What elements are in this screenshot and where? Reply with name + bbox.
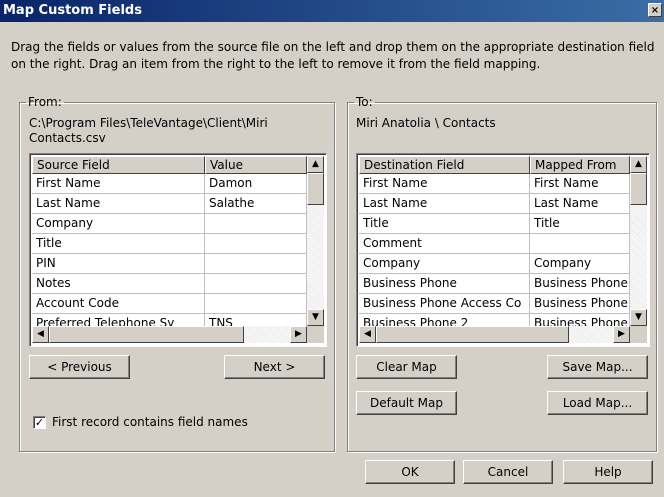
- table-cell: First Name: [530, 174, 630, 194]
- scroll-corner: [307, 326, 324, 343]
- source-field-list[interactable]: Source Field Value First Name Damon Last N…: [29, 153, 327, 347]
- scroll-thumb[interactable]: [630, 173, 647, 205]
- first-record-checkbox-label[interactable]: First record contains field names: [52, 415, 248, 429]
- table-cell: Damon: [205, 174, 307, 194]
- help-button[interactable]: Help: [563, 460, 653, 484]
- scroll-right-icon[interactable]: ▶: [613, 326, 630, 343]
- table-cell: Last Name: [530, 194, 630, 214]
- table-cell: Business Phone Access Co: [359, 294, 530, 314]
- destination-list-header: Destination Field Mapped From: [359, 156, 630, 174]
- table-cell: Title: [32, 234, 205, 254]
- table-cell: [205, 254, 307, 274]
- table-cell: [205, 274, 307, 294]
- source-file-path: C:\Program Files\TeleVantage\Client\Miri…: [29, 116, 268, 145]
- source-list-hscrollbar[interactable]: ◀ ▶: [32, 326, 307, 343]
- clear-map-button[interactable]: Clear Map: [356, 355, 457, 379]
- cancel-button[interactable]: Cancel: [463, 460, 553, 484]
- default-map-button[interactable]: Default Map: [356, 391, 457, 415]
- col-header-source-field[interactable]: Source Field: [32, 156, 205, 174]
- table-cell: Account Code: [32, 294, 205, 314]
- table-cell: Title: [359, 214, 530, 234]
- table-cell: Title: [530, 214, 630, 234]
- scroll-down-icon[interactable]: ▼: [307, 309, 324, 326]
- scroll-right-icon[interactable]: ▶: [290, 326, 307, 343]
- table-cell: Business Phone: [359, 274, 530, 294]
- scroll-corner: [630, 326, 647, 343]
- table-cell: [205, 214, 307, 234]
- table-cell: First Name: [32, 174, 205, 194]
- destination-list-vscrollbar[interactable]: ▲ ▼: [630, 156, 647, 326]
- title-bar: Map Custom Fields ×: [0, 0, 664, 22]
- destination-field-list[interactable]: Destination Field Mapped From First Name…: [356, 153, 650, 347]
- destination-target: Miri Anatolia \ Contacts: [356, 116, 496, 130]
- table-cell: Last Name: [359, 194, 530, 214]
- next-button[interactable]: Next >: [224, 355, 325, 379]
- table-cell: Salathe: [205, 194, 307, 214]
- window-title: Map Custom Fields: [3, 3, 142, 18]
- ok-button[interactable]: OK: [365, 460, 455, 484]
- first-record-checkbox[interactable]: ✓: [33, 416, 46, 429]
- save-map-button[interactable]: Save Map...: [547, 355, 648, 379]
- previous-button[interactable]: < Previous: [29, 355, 130, 379]
- table-cell: Company: [530, 254, 630, 274]
- to-legend: To:: [356, 95, 373, 109]
- table-cell: [530, 234, 630, 254]
- check-icon: ✓: [34, 416, 45, 429]
- close-icon[interactable]: ×: [648, 3, 662, 17]
- scroll-thumb[interactable]: [307, 173, 324, 205]
- table-cell: Last Name: [32, 194, 205, 214]
- source-list-vscrollbar[interactable]: ▲ ▼: [307, 156, 324, 326]
- destination-list-hscrollbar[interactable]: ◀ ▶: [359, 326, 630, 343]
- scroll-up-icon[interactable]: ▲: [630, 156, 647, 173]
- table-cell: Comment: [359, 234, 530, 254]
- table-cell: [205, 294, 307, 314]
- scroll-left-icon[interactable]: ◀: [359, 326, 376, 343]
- source-list-header: Source Field Value: [32, 156, 307, 174]
- table-cell: [205, 234, 307, 254]
- load-map-button[interactable]: Load Map...: [547, 391, 648, 415]
- col-header-mapped-from[interactable]: Mapped From: [530, 156, 630, 174]
- table-cell: Business Phone: [530, 274, 630, 294]
- table-cell: Company: [359, 254, 530, 274]
- scroll-down-icon[interactable]: ▼: [630, 309, 647, 326]
- scroll-thumb[interactable]: [49, 326, 244, 343]
- col-header-destination-field[interactable]: Destination Field: [359, 156, 530, 174]
- scroll-thumb[interactable]: [376, 326, 569, 343]
- scroll-up-icon[interactable]: ▲: [307, 156, 324, 173]
- table-cell: Company: [32, 214, 205, 234]
- from-legend: From:: [28, 95, 62, 109]
- table-cell: PIN: [32, 254, 205, 274]
- table-cell: Notes: [32, 274, 205, 294]
- instructions-text: Drag the fields or values from the sourc…: [11, 40, 655, 71]
- col-header-value[interactable]: Value: [205, 156, 307, 174]
- table-cell: First Name: [359, 174, 530, 194]
- table-cell: Business Phone: [530, 294, 630, 314]
- scroll-left-icon[interactable]: ◀: [32, 326, 49, 343]
